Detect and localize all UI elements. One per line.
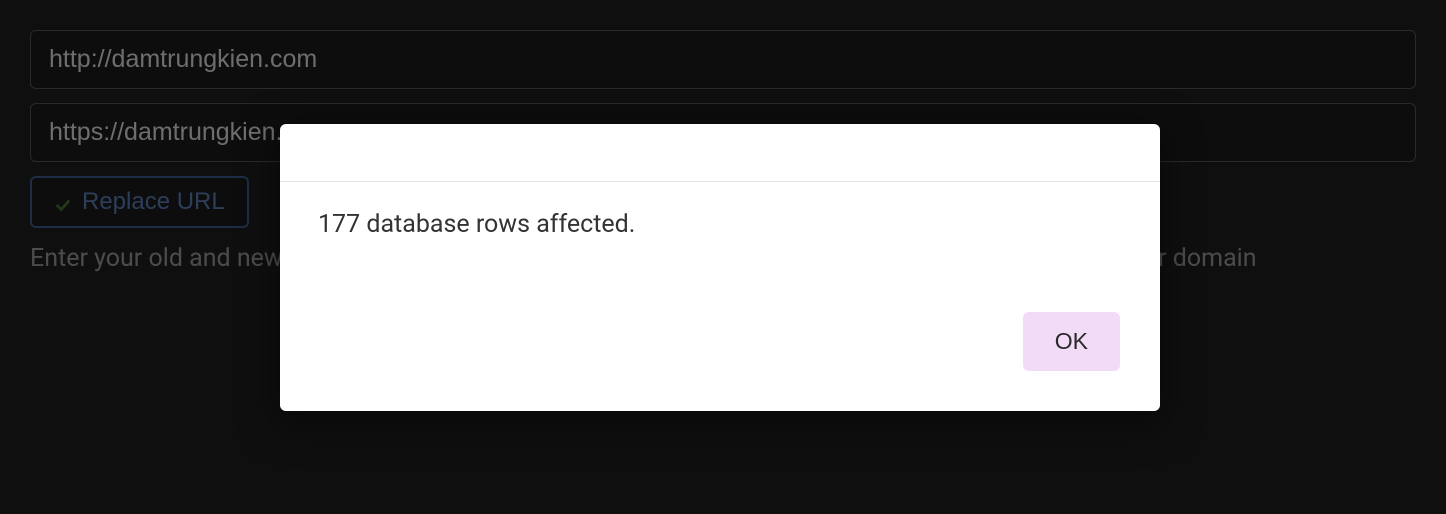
dialog-body: 177 database rows affected. (280, 182, 1160, 292)
dialog-message: 177 database rows affected. (318, 210, 1122, 239)
dialog-footer: OK (280, 292, 1160, 411)
dialog-header (280, 124, 1160, 182)
result-dialog: 177 database rows affected. OK (280, 124, 1160, 411)
ok-button[interactable]: OK (1023, 312, 1120, 371)
